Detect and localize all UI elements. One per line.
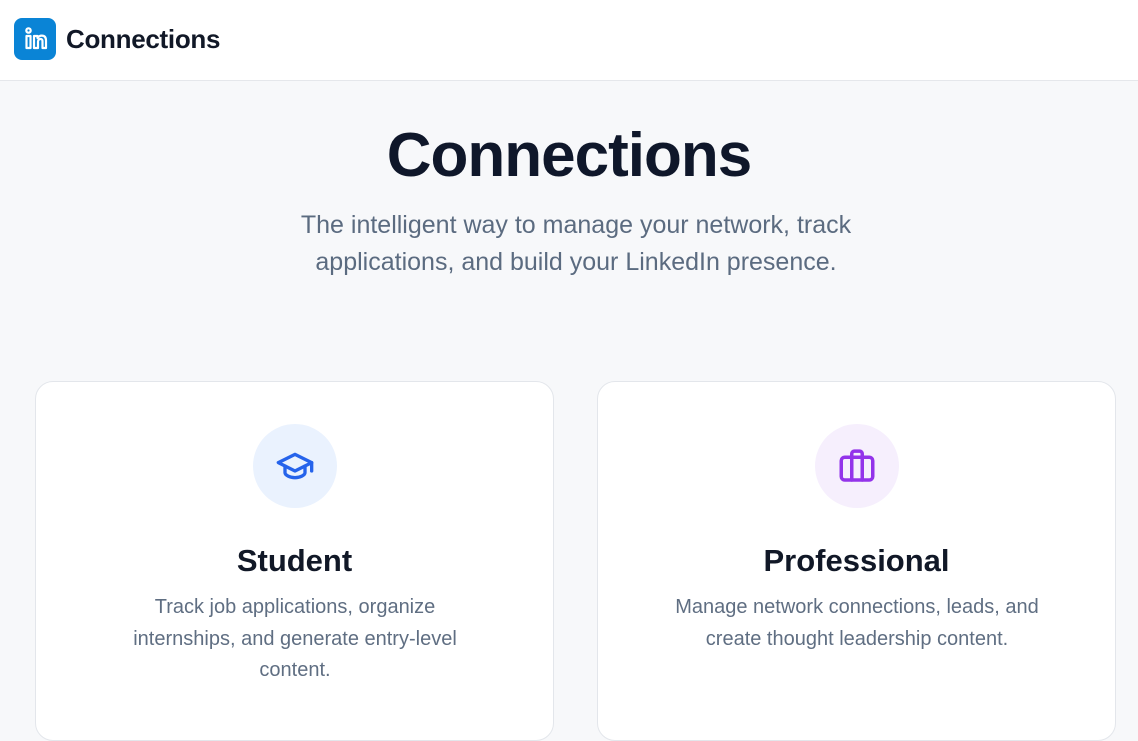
briefcase-icon	[815, 424, 899, 508]
student-card-description: Track job applications, organize interns…	[133, 596, 457, 681]
professional-card[interactable]: Professional Manage network connections,…	[597, 381, 1116, 741]
professional-card-title: Professional	[763, 543, 950, 578]
top-bar: Connections	[0, 0, 1138, 81]
student-card[interactable]: Student Track job applications, organize…	[35, 381, 554, 741]
professional-card-description: Manage network connections, leads, and c…	[675, 596, 1039, 650]
student-card-title: Student	[236, 543, 353, 578]
page-subtitle: The intelligent way to manage your netwo…	[300, 211, 852, 276]
page-title: Connections	[386, 121, 752, 190]
brand-name[interactable]: Connections	[66, 22, 220, 56]
graduation-cap-icon	[253, 424, 337, 508]
linkedin-icon[interactable]	[14, 18, 56, 60]
